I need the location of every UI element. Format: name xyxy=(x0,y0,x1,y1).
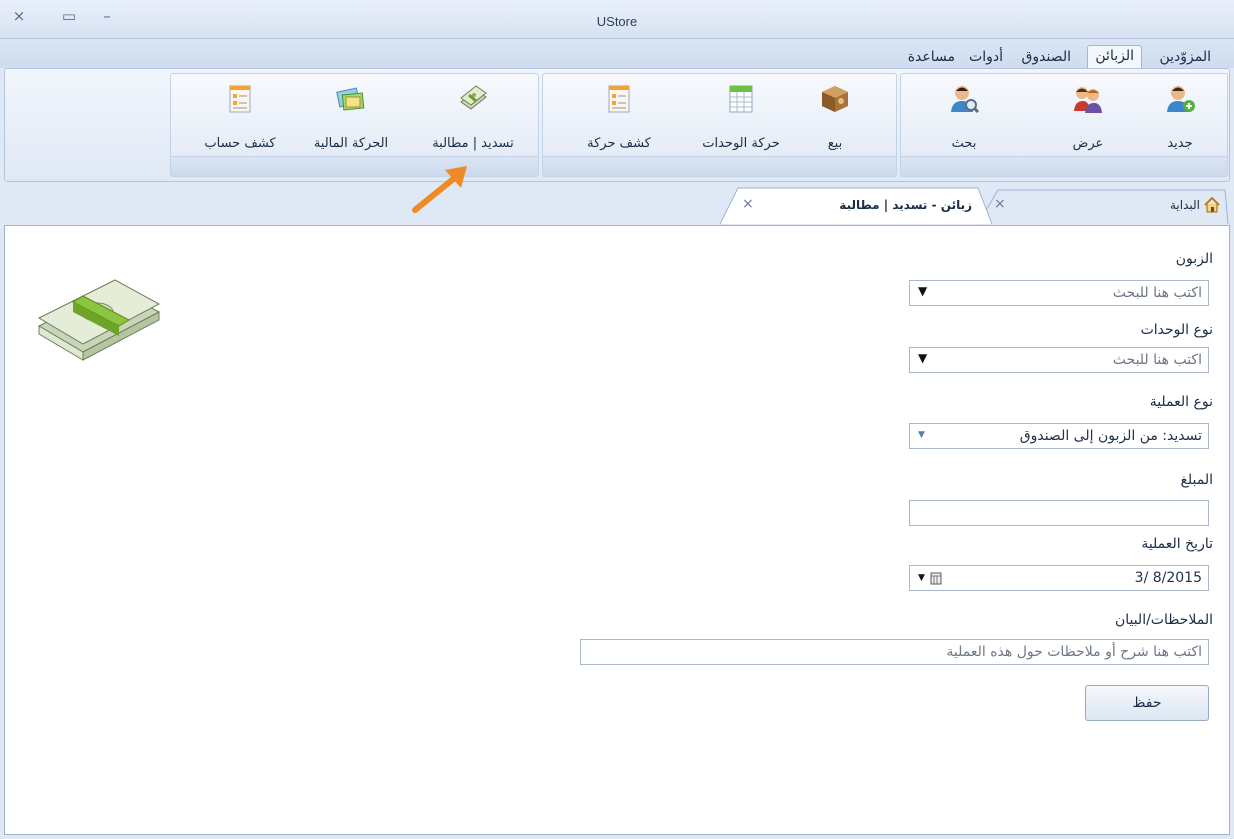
ribbon-group-customers: جديد عرض بحث xyxy=(900,73,1228,177)
ribbon-group-sales: بيع حركة الوحدات كشف حركة xyxy=(542,73,897,177)
group-footer xyxy=(543,156,896,176)
close-payment-tab-icon[interactable]: × xyxy=(742,196,754,212)
notes-input[interactable]: اكتب هنا شرح أو ملاحظات حول هذه العملية xyxy=(580,639,1209,665)
cards-icon xyxy=(336,87,365,111)
chevron-down-icon[interactable]: ▼ xyxy=(918,284,927,298)
amount-label: المبلغ xyxy=(1180,472,1213,488)
sell-label: بيع xyxy=(827,136,843,151)
unit-type-combobox[interactable]: اكتب هنا للبحث ▼ xyxy=(909,347,1209,373)
money-icon xyxy=(460,85,487,110)
tab-home[interactable]: البداية × xyxy=(990,186,1230,226)
account-statement-label: كشف حساب xyxy=(204,136,276,151)
search-customers-label: بحث xyxy=(951,136,977,151)
chevron-down-icon[interactable]: ▼ xyxy=(918,351,927,365)
financial-movement-button[interactable]: الحركة المالية xyxy=(301,82,401,158)
view-customers-label: عرض xyxy=(1072,136,1104,151)
tab-payment-claim-label: زبائن - تسديد | مطالبة xyxy=(839,198,972,212)
money-stack-icon xyxy=(37,279,161,361)
amount-input[interactable] xyxy=(909,500,1209,526)
users-icon xyxy=(1074,87,1102,113)
new-customer-button[interactable]: جديد xyxy=(1145,82,1215,158)
tab-payment-claim[interactable]: زبائن - تسديد | مطالبة × xyxy=(730,186,980,226)
save-button[interactable]: حفظ xyxy=(1085,685,1209,721)
date-label: تاريخ العملية xyxy=(1141,536,1213,552)
close-home-tab-icon[interactable]: × xyxy=(994,196,1006,212)
payment-claim-button[interactable]: تسديد | مطالبة xyxy=(413,82,533,158)
calendar-icon[interactable] xyxy=(930,571,942,585)
group-footer xyxy=(171,156,538,176)
date-value: 3/ 8/2015 xyxy=(1134,570,1202,586)
payment-claim-label: تسديد | مطالبة xyxy=(432,136,514,151)
date-picker[interactable]: 3/ 8/2015 ▼ xyxy=(909,565,1209,591)
ribbon: جديد عرض بحث بيع حركة الوحدات كشف حركة ت… xyxy=(4,68,1230,182)
document-tab-bar: البداية × زبائن - تسديد | مطالبة × xyxy=(0,186,1234,226)
tab-help[interactable]: مساعدة xyxy=(901,47,962,69)
unit-type-label: نوع الوحدات xyxy=(1140,322,1213,338)
units-movement-button[interactable]: حركة الوحدات xyxy=(693,82,789,158)
ribbon-group-financial: تسديد | مطالبة الحركة المالية كشف حساب xyxy=(170,73,539,177)
customer-combobox[interactable]: اكتب هنا للبحث ▼ xyxy=(909,280,1209,306)
window-title: UStore xyxy=(596,14,638,29)
notes-label: الملاحظات/البيان xyxy=(1114,612,1213,628)
unit-type-placeholder: اكتب هنا للبحث xyxy=(1112,352,1202,368)
tab-cashbox[interactable]: الصندوق xyxy=(1015,47,1079,69)
document-icon xyxy=(229,85,251,113)
document-icon xyxy=(608,85,630,113)
ribbon-tab-bar: المزوّدين الزبائن الصندوق أدوات مساعدة xyxy=(0,38,1234,70)
operation-type-label: نوع العملية xyxy=(1149,394,1213,410)
units-movement-label: حركة الوحدات xyxy=(702,136,780,151)
movement-statement-button[interactable]: كشف حركة xyxy=(571,82,667,158)
operation-type-value: تسديد: من الزبون إلى الصندوق xyxy=(1019,428,1202,444)
home-icon xyxy=(1204,197,1220,213)
user-search-icon xyxy=(951,86,979,114)
form-panel: الزبون اكتب هنا للبحث ▼ نوع الوحدات اكتب… xyxy=(4,225,1230,835)
tab-suppliers[interactable]: المزوّدين xyxy=(1152,47,1218,69)
tab-home-label: البداية xyxy=(1169,198,1200,212)
box-icon xyxy=(822,86,848,112)
customer-placeholder: اكتب هنا للبحث xyxy=(1112,285,1202,301)
spreadsheet-icon xyxy=(729,85,753,113)
tab-tools[interactable]: أدوات xyxy=(962,47,1010,69)
financial-movement-label: الحركة المالية xyxy=(313,136,389,151)
sell-button[interactable]: بيع xyxy=(800,82,870,158)
new-customer-label: جديد xyxy=(1167,136,1193,151)
search-customers-button[interactable]: بحث xyxy=(929,82,999,158)
tab-customers[interactable]: الزبائن xyxy=(1087,45,1142,70)
account-statement-button[interactable]: كشف حساب xyxy=(195,82,285,158)
user-add-icon xyxy=(1167,86,1195,112)
view-customers-button[interactable]: عرض xyxy=(1053,82,1123,158)
chevron-down-icon[interactable]: ▼ xyxy=(918,430,925,440)
group-footer xyxy=(901,156,1227,176)
operation-type-select[interactable]: تسديد: من الزبون إلى الصندوق ▼ xyxy=(909,423,1209,449)
notes-placeholder: اكتب هنا شرح أو ملاحظات حول هذه العملية xyxy=(946,644,1202,660)
chevron-down-icon[interactable]: ▼ xyxy=(918,573,925,583)
movement-statement-label: كشف حركة xyxy=(587,136,651,151)
title-bar: × ▭ – UStore xyxy=(0,0,1234,38)
customer-label: الزبون xyxy=(1175,251,1213,267)
